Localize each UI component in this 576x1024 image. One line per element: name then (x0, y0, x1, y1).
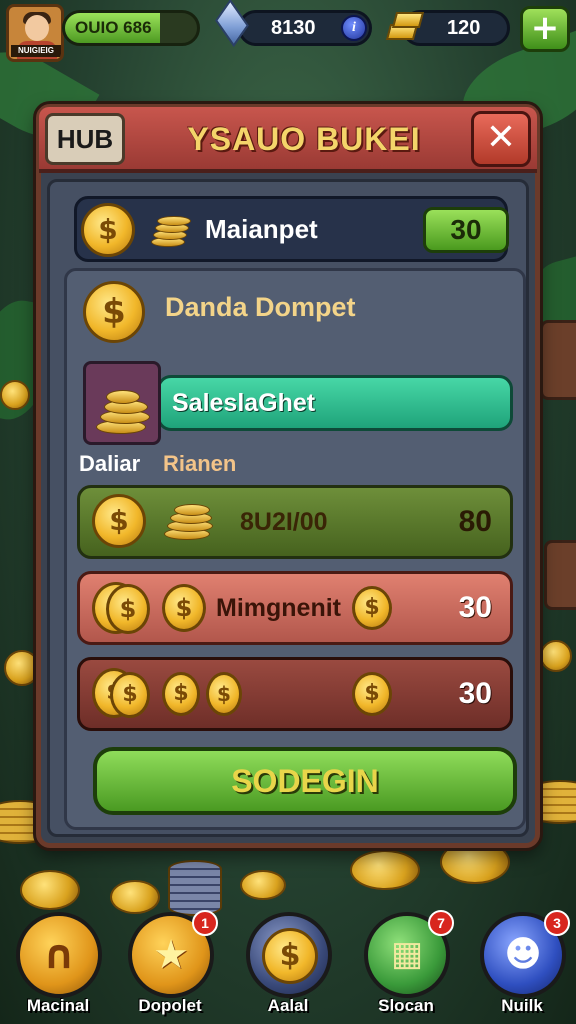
close-button[interactable]: ✕ (471, 111, 531, 167)
xp-progress-bar: OUIO 686 (62, 10, 200, 46)
gold-bars-icon (384, 6, 425, 46)
entry-amount: 30 (458, 591, 492, 624)
gems-counter[interactable]: 8130 i (238, 10, 372, 46)
gem-icon (212, 0, 252, 48)
hub-tab[interactable]: HUB (45, 113, 125, 165)
dollar-coin-icon: $ (92, 494, 146, 548)
wallet-sublabel-left: Daliar (79, 451, 141, 476)
panel-title: YSAUO BUKEI (187, 121, 421, 157)
wallet-section: $ Danda Dompet SaleslaGhet Daliar Rianen… (64, 268, 526, 830)
dollar-coin-icon: $ (81, 203, 135, 257)
avatar-name-tag: NUIGIEIG (11, 45, 61, 57)
nav-item-dopolet[interactable]: ★ 1 Dopolet (122, 910, 218, 1022)
wallet-entry[interactable]: $ $ $ $ $ 30 (77, 657, 513, 731)
panel-body: $ Maianpet 30 $ Danda Dompet SaleslaGhet (47, 179, 529, 837)
balance-value-button[interactable]: 30 (423, 207, 509, 253)
dollar-coin-icon: $ (206, 672, 242, 716)
horseshoe-icon: ∩ (42, 932, 76, 978)
coin-pile-tile[interactable] (83, 361, 161, 445)
gold-value: 120 (447, 17, 481, 39)
info-icon[interactable]: i (341, 15, 367, 41)
star-wand-icon: ★ (153, 932, 189, 978)
nav-item-slocan[interactable]: ▦ 7 Slocan (358, 910, 454, 1022)
xp-text: OUIO 686 (75, 18, 152, 37)
nav-item-aalal[interactable]: $ Aalal (240, 912, 336, 1022)
nav-label: Aalal (267, 996, 309, 1015)
grid-icon: ▦ (390, 934, 424, 974)
gems-value: 8130 (271, 17, 316, 39)
nav-circle: ∩ (16, 912, 102, 998)
dollar-coin-icon: $ (83, 281, 145, 343)
wallet-name-bar[interactable]: SaleslaGhet (157, 375, 513, 431)
nav-label: Dopolet (138, 996, 202, 1015)
section-title: Danda Dompet (165, 292, 356, 322)
notification-badge: 3 (544, 910, 570, 936)
panel-header: HUB YSAUO BUKEI ✕ (39, 107, 537, 173)
coin-icon: $ (106, 584, 150, 634)
entry-label: Mimgnenit (216, 594, 341, 622)
nav-label: Slocan (378, 996, 434, 1015)
entry-amount: 30 (458, 677, 492, 710)
dollar-coin-icon: $ (262, 928, 318, 984)
wallet-entry[interactable]: $ $ $ Mimgnenit $ 30 (77, 571, 513, 645)
entry-amount: 80 (458, 505, 492, 538)
balance-label: Maianpet (205, 214, 318, 244)
nav-label: Macinal (26, 996, 90, 1015)
notification-badge: 7 (428, 910, 454, 936)
player-avatar[interactable]: NUIGIEIG (6, 4, 64, 62)
dollar-coin-icon: $ (162, 584, 206, 632)
notification-badge: 1 (192, 910, 218, 936)
dollar-coin-icon: $ (162, 672, 200, 716)
balance-row: $ Maianpet 30 (74, 196, 509, 262)
ghost-face-icon: ☻ (504, 934, 542, 975)
confirm-button[interactable]: SODEGIN (93, 747, 517, 815)
entry-label: 8U2I/00 (240, 508, 328, 536)
wallet-panel: HUB YSAUO BUKEI ✕ $ Maianpet 30 $ Danda … (36, 104, 540, 848)
top-resource-bar: NUIGIEIG OUIO 686 8130 i 120 + (0, 0, 576, 64)
nav-item-macinal[interactable]: ∩ Macinal (10, 912, 106, 1022)
nav-label: Nuilk (501, 996, 543, 1015)
wallet-entry[interactable]: $ 8U2I/00 80 (77, 485, 513, 559)
dollar-coin-icon: $ (352, 672, 392, 716)
add-currency-button[interactable]: + (520, 6, 570, 52)
wallet-name-label: SaleslaGhet (172, 389, 316, 417)
wallet-sublabel-right: Rianen (163, 451, 237, 476)
coin-icon: $ (110, 672, 150, 718)
nav-item-nuilk[interactable]: ☻ 3 Nuilk (474, 910, 570, 1022)
nav-circle: $ (246, 912, 332, 998)
dollar-coin-icon: $ (352, 586, 392, 630)
